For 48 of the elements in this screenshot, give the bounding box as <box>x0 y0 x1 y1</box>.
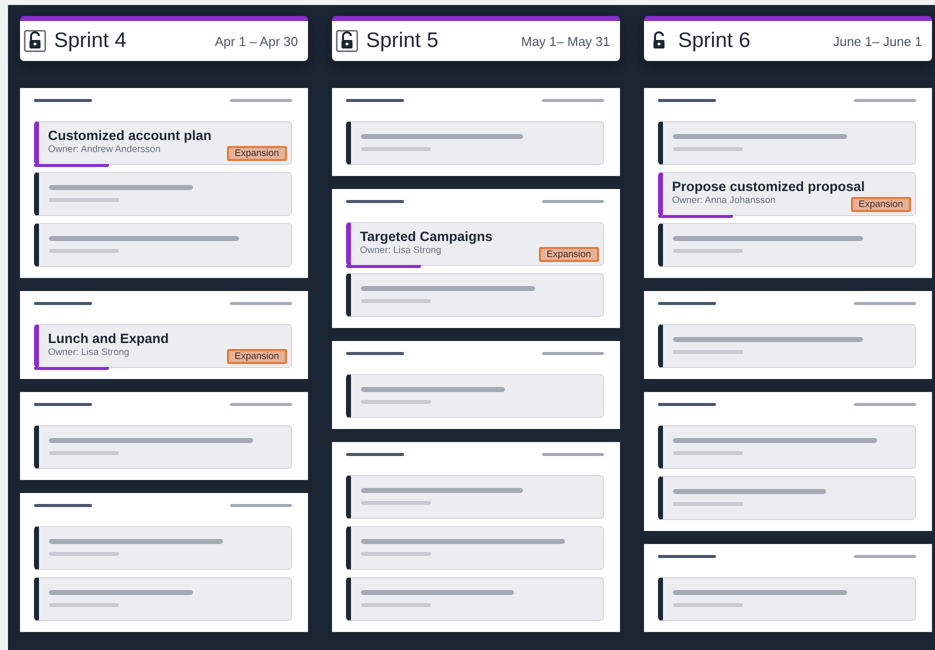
heading-line <box>34 403 92 406</box>
sprint-title: Sprint 4 <box>54 29 128 53</box>
heading-line <box>542 99 604 102</box>
task-owner: Owner: Anna Johansson <box>672 195 776 207</box>
sprint-dates: June 1– June 1 <box>833 34 922 48</box>
sprint-title: Sprint 6 <box>678 29 752 53</box>
task-card[interactable]: Propose customized proposal Owner: Anna Johansson Expansion <box>658 172 916 216</box>
task-title: Lunch and Expand <box>48 331 169 347</box>
heading-line <box>854 403 916 406</box>
heading-line <box>346 99 404 102</box>
heading-line <box>230 504 292 507</box>
heading-line <box>34 302 92 305</box>
task-owner: Owner: Lisa Strong <box>360 245 442 257</box>
sprint-dates: May 1– May 31 <box>521 34 610 48</box>
heading-line <box>542 453 604 456</box>
sprint-dates: Apr 1 – Apr 30 <box>214 34 298 48</box>
heading-line <box>34 504 92 507</box>
task-title: Customized account plan <box>48 128 212 144</box>
task-card[interactable]: Targeted Campaigns Owner: Lisa Strong Expansion <box>346 222 604 266</box>
unlocked-padlock-icon[interactable] <box>24 30 46 52</box>
heading-line <box>346 200 404 203</box>
tag-label: Expansion <box>538 247 599 262</box>
task-card[interactable]: Lunch and Expand Owner: Lisa Strong Expansion <box>34 324 292 368</box>
heading-line <box>346 352 404 355</box>
heading-line <box>542 352 604 355</box>
heading-line <box>658 302 716 305</box>
heading-line <box>854 302 916 305</box>
task-card[interactable]: Customized account plan Owner: Andrew Andersson Expansion <box>34 121 292 165</box>
task-owner: Owner: Lisa Strong <box>48 347 130 359</box>
heading-line <box>230 403 292 406</box>
heading-line <box>658 555 716 558</box>
heading-line <box>658 403 716 406</box>
heading-line <box>230 99 292 102</box>
task-title: Targeted Campaigns <box>360 229 493 245</box>
tag-label: Expansion <box>850 197 911 212</box>
tag-label: Expansion <box>226 146 287 161</box>
task-title: Propose customized proposal <box>672 179 865 195</box>
heading-line <box>854 99 916 102</box>
heading-line <box>230 302 292 305</box>
heading-line <box>346 453 404 456</box>
heading-line <box>658 99 716 102</box>
heading-line <box>542 200 604 203</box>
heading-line <box>34 99 92 102</box>
task-owner: Owner: Andrew Andersson <box>48 144 160 156</box>
unlocked-padlock-icon[interactable] <box>336 30 358 52</box>
tag-label: Expansion <box>226 349 287 364</box>
sprint-title: Sprint 5 <box>366 29 440 53</box>
heading-line <box>854 555 916 558</box>
